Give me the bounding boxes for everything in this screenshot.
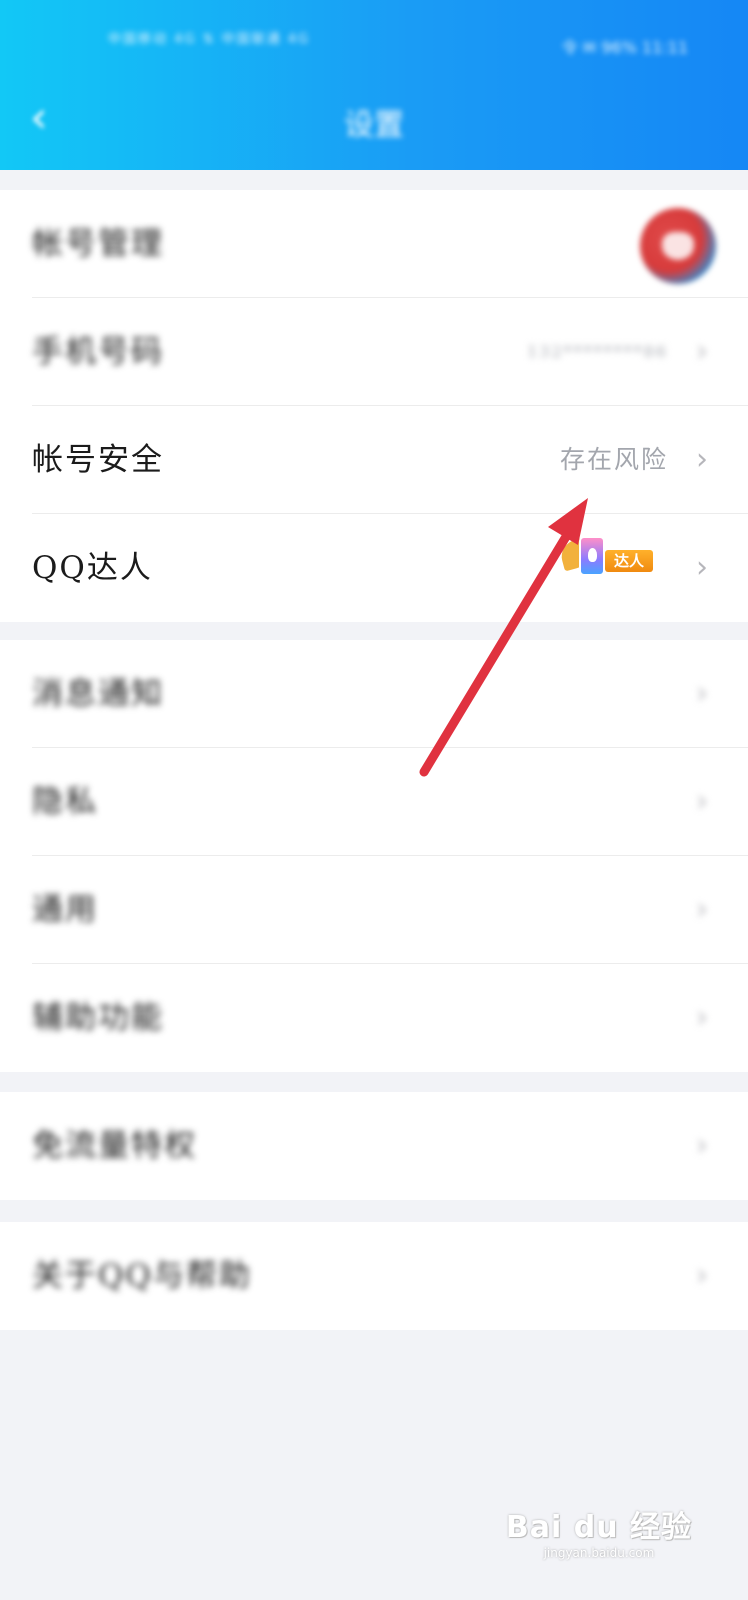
page-title: 设置 <box>344 108 404 143</box>
account-management-label: 帐号管理 <box>32 226 164 262</box>
watermark-url: jingyan.baidu.com <box>543 1546 655 1560</box>
free-traffic-item[interactable]: 免流量特权 › <box>0 1092 748 1200</box>
account-management-item[interactable]: 帐号管理 <box>0 190 748 298</box>
chevron-right-icon: › <box>696 892 708 927</box>
privacy-item[interactable]: 隐私 › <box>0 748 748 856</box>
general-item[interactable]: 通用 › <box>0 856 748 964</box>
status-bar-carrier: 中国移动 4G ⇅ 中国联通 4G <box>108 32 311 47</box>
about-group: 关于QQ与帮助 › <box>0 1222 748 1330</box>
about-help-item[interactable]: 关于QQ与帮助 › <box>0 1222 748 1330</box>
chevron-right-icon: › <box>696 1128 708 1163</box>
qq-expert-label: QQ达人 <box>32 550 153 586</box>
avatar[interactable] <box>640 208 716 284</box>
chevron-right-icon: › <box>696 676 708 711</box>
app-header: 中国移动 4G ⇅ 中国联通 4G 令 ✉ 96% 11:11 ‹ 设置 <box>0 0 748 170</box>
account-security-item[interactable]: 帐号安全 存在风险 › <box>0 406 748 514</box>
chevron-right-icon: › <box>696 784 708 819</box>
about-help-label: 关于QQ与帮助 <box>32 1258 252 1294</box>
phone-number-value: 132********86 <box>527 342 668 361</box>
account-security-status: 存在风险 <box>559 445 668 474</box>
traffic-privilege-group: 免流量特权 › <box>0 1092 748 1200</box>
phone-number-label: 手机号码 <box>32 334 164 370</box>
expert-tag: 达人 <box>605 550 653 572</box>
accessibility-label: 辅助功能 <box>32 1000 164 1036</box>
chevron-right-icon: › <box>696 1258 708 1293</box>
watermark: Bai du 经验 jingyan.baidu.com <box>506 1502 692 1560</box>
message-notification-item[interactable]: 消息通知 › <box>0 640 748 748</box>
privacy-label: 隐私 <box>32 784 98 820</box>
status-bar-indicators: 令 ✉ 96% 11:11 <box>561 38 688 57</box>
general-label: 通用 <box>32 892 98 928</box>
phone-icon <box>579 536 605 576</box>
accessibility-item[interactable]: 辅助功能 › <box>0 964 748 1072</box>
chevron-right-icon: › <box>696 1000 708 1035</box>
account-security-label: 帐号安全 <box>32 442 164 478</box>
general-settings-group: 消息通知 › 隐私 › 通用 › 辅助功能 › <box>0 640 748 1072</box>
phone-number-item[interactable]: 手机号码 132********86 › <box>0 298 748 406</box>
chevron-right-icon: › <box>696 442 708 477</box>
message-notification-label: 消息通知 <box>32 676 164 712</box>
qq-expert-badge: 达人 <box>557 534 653 580</box>
chevron-right-icon: › <box>696 334 708 369</box>
free-traffic-label: 免流量特权 <box>32 1128 197 1164</box>
watermark-logo: Bai du 经验 <box>505 1510 692 1545</box>
chevron-right-icon: › <box>696 550 708 585</box>
